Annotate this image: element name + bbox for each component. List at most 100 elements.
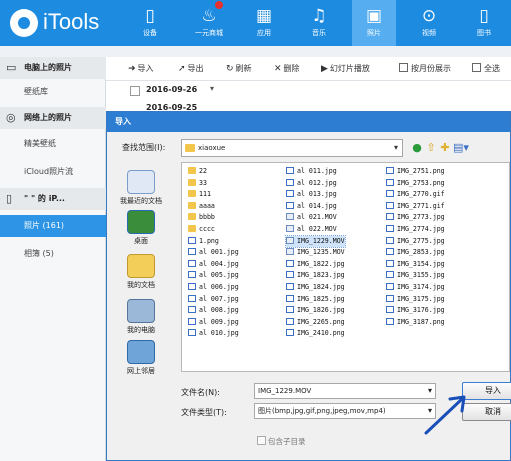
file-list-item[interactable]: 33 bbox=[188, 178, 207, 189]
import-icon: ➜ bbox=[128, 64, 136, 74]
file-list-item[interactable]: al 006.jpg bbox=[188, 282, 239, 293]
file-list-item[interactable]: IMG_1229.MOV bbox=[285, 234, 346, 248]
import-button[interactable]: ➜ 导入 bbox=[128, 62, 154, 76]
file-list-item[interactable]: al 012.jpg bbox=[286, 178, 337, 189]
file-list-item[interactable]: 1.png bbox=[188, 236, 219, 247]
delete-button[interactable]: ✕ 删除 bbox=[274, 62, 300, 76]
image-file-icon bbox=[386, 294, 394, 302]
file-list-item[interactable]: al 010.jpg bbox=[188, 328, 239, 339]
file-list-item[interactable]: 111 bbox=[188, 189, 211, 200]
nav-device[interactable]: ▯ 设备 bbox=[128, 0, 172, 46]
sidebar-item-albums[interactable]: 相簿 (5) bbox=[0, 243, 106, 265]
sidebar-item-wallpaper[interactable]: 壁纸库 bbox=[0, 81, 106, 103]
sidebar-section-device[interactable]: ▯ " " 的 iP... bbox=[0, 188, 106, 210]
file-list-item[interactable]: al 007.jpg bbox=[188, 294, 239, 305]
slideshow-button[interactable]: ▶ 幻灯片播放 bbox=[321, 62, 370, 76]
file-list-item[interactable]: IMG_1235.MOV bbox=[286, 247, 345, 258]
file-list-item[interactable]: al 004.jpg bbox=[188, 259, 239, 270]
image-file-icon bbox=[386, 225, 394, 232]
import-dialog: 导入 查找范围(I): xiaoxue ▾ ● ⇧ ✚ ▤▾ 我最近的文档 桌面… bbox=[106, 111, 511, 461]
refresh-button[interactable]: ↻ 刷新 bbox=[226, 62, 252, 76]
chevron-down-icon[interactable]: ▾ bbox=[210, 84, 214, 93]
file-list-item[interactable]: IMG_2770.gif bbox=[386, 189, 445, 200]
file-list-item[interactable]: al 013.jpg bbox=[286, 189, 337, 200]
include-subdir-checkbox[interactable]: 包含子目录 bbox=[257, 436, 306, 447]
up-folder-icon[interactable]: ⇧ bbox=[425, 142, 437, 154]
place-recent[interactable]: 我最近的文档 bbox=[110, 170, 172, 206]
file-list-item[interactable]: aaaa bbox=[188, 201, 215, 212]
music-icon: ♫ bbox=[311, 6, 327, 26]
image-file-icon bbox=[386, 259, 394, 267]
date-group-header: 2016-09-26 ▾ bbox=[106, 81, 511, 101]
file-list-item[interactable]: IMG_2775.jpg bbox=[386, 236, 445, 247]
file-list-item[interactable]: IMG_1825.jpg bbox=[286, 294, 345, 305]
place-my-computer[interactable]: 我的电脑 bbox=[110, 299, 172, 335]
file-list-item[interactable]: IMG_2265.png bbox=[286, 317, 345, 328]
file-list-item[interactable]: IMG_3175.jpg bbox=[386, 294, 445, 305]
top-app-bar: iTools ▯ 设备 ♨ 一元商城 ▦ 应用 ♫ 音乐 ▣ 照片 ⊙ 视频 ▯… bbox=[0, 0, 511, 46]
view-menu-icon[interactable]: ▤▾ bbox=[453, 142, 469, 154]
file-list-item[interactable]: IMG_2753.png bbox=[386, 178, 445, 189]
play-icon: ▶ bbox=[321, 64, 328, 74]
filetype-select[interactable]: 图片(bmp,jpg,gif,png,jpeg,mov,mp4) ▾ bbox=[254, 403, 436, 419]
file-list-item[interactable]: al 011.jpg bbox=[286, 166, 337, 177]
file-list-item[interactable]: IMG_2853.jpg bbox=[386, 247, 445, 258]
select-all-label: 全选 bbox=[484, 64, 500, 73]
nav-books[interactable]: ▯ 图书 bbox=[462, 0, 506, 46]
filename-input[interactable]: IMG_1229.MOV ▾ bbox=[254, 383, 436, 399]
lookin-dropdown[interactable]: xiaoxue ▾ bbox=[181, 139, 403, 157]
file-list-item[interactable]: IMG_1824.jpg bbox=[286, 282, 345, 293]
file-list-item[interactable]: al 001.jpg bbox=[188, 247, 239, 258]
file-list-item[interactable]: IMG_1826.jpg bbox=[286, 305, 345, 316]
place-network[interactable]: 网上邻居 bbox=[110, 340, 172, 376]
image-file-icon bbox=[286, 259, 294, 267]
nav-music[interactable]: ♫ 音乐 bbox=[297, 0, 341, 46]
lookin-label: 查找范围(I): bbox=[122, 143, 166, 152]
file-list-item[interactable]: IMG_2771.gif bbox=[386, 201, 445, 212]
file-list-item[interactable]: IMG_1823.jpg bbox=[286, 270, 345, 281]
itools-logo[interactable]: iTools bbox=[10, 5, 130, 41]
file-list-item[interactable]: 22 bbox=[188, 166, 207, 177]
file-list-item[interactable]: bbbb bbox=[188, 212, 215, 223]
file-list-item[interactable]: IMG_2774.jpg bbox=[386, 224, 445, 235]
sidebar-item-icloud[interactable]: iCloud照片流 bbox=[0, 161, 106, 183]
file-list-item[interactable]: IMG_3176.jpg bbox=[386, 305, 445, 316]
back-icon[interactable]: ● bbox=[411, 142, 423, 154]
date-group-checkbox[interactable] bbox=[130, 86, 140, 96]
file-list-item[interactable]: IMG_1822.jpg bbox=[286, 259, 345, 270]
file-list-item[interactable]: IMG_2410.png bbox=[286, 328, 345, 339]
place-my-documents[interactable]: 我的文档 bbox=[110, 254, 172, 290]
file-list-item[interactable]: IMG_3174.jpg bbox=[386, 282, 445, 293]
video-file-icon bbox=[286, 236, 294, 244]
file-list-item[interactable]: al 005.jpg bbox=[188, 270, 239, 281]
file-list-item[interactable]: al 021.MOV bbox=[286, 212, 337, 223]
nav-video[interactable]: ⊙ 视频 bbox=[407, 0, 451, 46]
by-month-checkbox[interactable]: 按月份展示 bbox=[399, 62, 451, 76]
file-list-item[interactable]: al 009.jpg bbox=[188, 317, 239, 328]
file-list-item[interactable]: al 014.jpg bbox=[286, 201, 337, 212]
place-desktop[interactable]: 桌面 bbox=[110, 210, 172, 246]
nav-apps[interactable]: ▦ 应用 bbox=[242, 0, 286, 46]
file-list[interactable]: 22 33 111 aaaa bbbb cccc 1.png al 001.jpg al 004… bbox=[181, 162, 510, 372]
file-list-item[interactable]: IMG_2773.jpg bbox=[386, 212, 445, 223]
folder-icon bbox=[188, 201, 196, 209]
sidebar-item-fine-wallpaper[interactable]: 精美壁纸 bbox=[0, 133, 106, 155]
sidebar-section-web[interactable]: ◎ 网络上的照片 bbox=[0, 107, 106, 129]
sidebar-item-photos[interactable]: 照片 (161) bbox=[0, 215, 106, 237]
file-list-item[interactable]: IMG_3155.jpg bbox=[386, 270, 445, 281]
pointer-arrow-icon bbox=[424, 395, 466, 435]
file-list-item[interactable]: IMG_2751.png bbox=[386, 166, 445, 177]
nav-store[interactable]: ♨ 一元商城 bbox=[187, 0, 231, 46]
file-list-item[interactable]: IMG_3154.jpg bbox=[386, 259, 445, 270]
file-list-item[interactable]: al 008.jpg bbox=[188, 305, 239, 316]
file-list-item[interactable]: al 022.MOV bbox=[286, 224, 337, 235]
sidebar-section-computer[interactable]: ▭ 电脑上的照片 bbox=[0, 57, 106, 79]
file-list-item[interactable]: cccc bbox=[188, 224, 215, 235]
new-folder-icon[interactable]: ✚ bbox=[439, 142, 451, 154]
export-button[interactable]: ➚ 导出 bbox=[178, 62, 204, 76]
monitor-icon: ▭ bbox=[6, 61, 17, 74]
file-name: IMG_2770.gif bbox=[397, 190, 445, 199]
file-list-item[interactable]: IMG_3187.png bbox=[386, 317, 445, 328]
select-all-checkbox[interactable]: 全选 bbox=[472, 62, 500, 76]
nav-photos[interactable]: ▣ 照片 bbox=[352, 0, 396, 46]
